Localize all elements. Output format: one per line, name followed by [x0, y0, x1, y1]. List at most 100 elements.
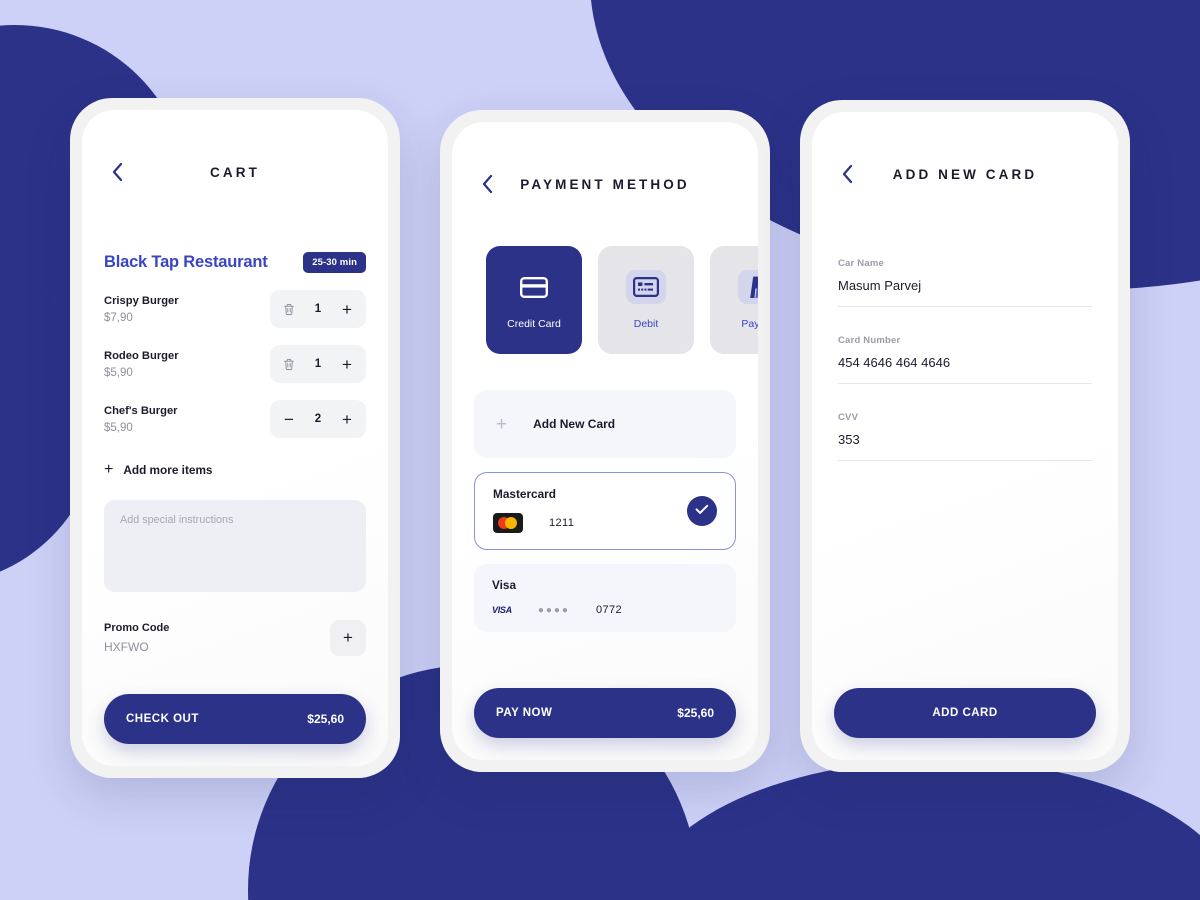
saved-card-mask: ●●●● [537, 604, 570, 616]
phone-add-new-card: ADD NEW CARD Car Name Masum Parvej Card … [800, 100, 1130, 772]
add-card-label: ADD CARD [932, 707, 998, 719]
cart-item-price: $7,90 [104, 311, 133, 324]
field-label: Car Name [838, 258, 884, 269]
page-title: CART [210, 164, 260, 180]
phone-payment-method: PAYMENT METHOD Credit Card Debit Pay + A… [440, 110, 770, 772]
method-paypal[interactable]: PayPal [710, 246, 758, 354]
back-button[interactable] [834, 161, 860, 187]
selected-check-badge [687, 496, 717, 526]
promo-info: Promo Code HXFWO [104, 622, 169, 654]
field-label: Card Number [838, 335, 901, 346]
paypal-icon [738, 270, 758, 304]
restaurant-name[interactable]: Black Tap Restaurant [104, 253, 268, 272]
quantity-stepper[interactable]: − 2 + [270, 400, 366, 438]
trash-icon[interactable] [282, 357, 296, 371]
method-label: PayPal [741, 318, 758, 330]
check-icon [695, 502, 709, 520]
cart-item-price: $5,90 [104, 366, 133, 379]
payment-method-screen: PAYMENT METHOD Credit Card Debit Pay + A… [452, 122, 758, 760]
field-card-name: Car Name Masum Parvej [838, 258, 1092, 307]
cart-item-info: Rodeo Burger $5,90 [104, 350, 179, 379]
eta-badge: 25-30 min [303, 252, 366, 273]
pay-now-label: PAY NOW [496, 707, 553, 719]
checkout-button[interactable]: CHECK OUT $25,60 [104, 694, 366, 744]
credit-card-icon [514, 270, 554, 304]
apply-promo-button[interactable]: + [330, 620, 366, 656]
restaurant-row: Black Tap Restaurant 25-30 min [104, 252, 366, 273]
saved-card-name: Mastercard [493, 487, 556, 501]
saved-card-details: 1211 [493, 513, 717, 533]
checkout-label: CHECK OUT [126, 713, 199, 725]
quantity-value: 2 [314, 413, 322, 425]
cart-item-price: $5,90 [104, 421, 133, 434]
trash-icon[interactable] [282, 302, 296, 316]
cart-item-name: Rodeo Burger [104, 349, 179, 362]
saved-card-mastercard[interactable]: Mastercard 1211 [474, 472, 736, 550]
card-number-input[interactable]: 454 4646 464 4646 [838, 355, 1092, 370]
quantity-stepper[interactable]: 1 + [270, 345, 366, 383]
debit-card-icon [626, 270, 666, 304]
app-mockup-stage: CART Black Tap Restaurant 25-30 min Cris… [0, 0, 1200, 900]
method-label: Debit [633, 318, 659, 330]
background-blob-bottom-right [640, 760, 1200, 900]
add-card-button[interactable]: ADD CARD [834, 688, 1096, 738]
promo-label: Promo Code [104, 622, 170, 634]
cart-item: Rodeo Burger $5,90 1 + [104, 345, 366, 383]
saved-cards-list: + Add New Card Mastercard 1211 Visa VISA… [452, 390, 758, 632]
promo-code-value[interactable]: HXFWO [104, 640, 169, 654]
cvv-input[interactable]: 353 [838, 432, 1092, 447]
add-more-items-label: Add more items [123, 463, 213, 477]
mastercard-logo [493, 513, 523, 533]
field-cvv: CVV 353 [838, 412, 1092, 461]
chevron-left-icon [111, 162, 124, 182]
add-card-form: Car Name Masum Parvej Card Number 454 46… [812, 258, 1118, 461]
method-credit-card[interactable]: Credit Card [486, 246, 582, 354]
chevron-left-icon [841, 164, 854, 184]
cart-screen: CART Black Tap Restaurant 25-30 min Cris… [82, 110, 388, 766]
cart-item: Chef's Burger $5,90 − 2 + [104, 400, 366, 438]
cart-item-info: Chef's Burger $5,90 [104, 405, 178, 434]
method-label: Credit Card [507, 318, 561, 330]
special-instructions-input[interactable]: Add special instructions [104, 500, 366, 592]
plus-icon[interactable]: + [340, 301, 354, 318]
pay-now-button[interactable]: PAY NOW $25,60 [474, 688, 736, 738]
payment-topbar: PAYMENT METHOD [452, 122, 758, 206]
phone-cart: CART Black Tap Restaurant 25-30 min Cris… [70, 98, 400, 778]
add-new-card-button[interactable]: + Add New Card [474, 390, 736, 458]
cart-topbar: CART [82, 110, 388, 194]
cart-body: Black Tap Restaurant 25-30 min Crispy Bu… [82, 252, 388, 656]
method-debit[interactable]: Debit [598, 246, 694, 354]
saved-card-details: VISA ●●●● 0772 [492, 604, 718, 616]
add-more-items-button[interactable]: + Add more items [104, 462, 366, 478]
quantity-value: 1 [314, 303, 322, 315]
checkout-amount: $25,60 [307, 712, 344, 726]
cart-item-info: Crispy Burger $7,90 [104, 295, 179, 324]
visa-logo: VISA [492, 605, 512, 615]
minus-icon[interactable]: − [282, 411, 296, 428]
plus-icon[interactable]: + [340, 411, 354, 428]
quantity-value: 1 [314, 358, 322, 370]
saved-card-visa[interactable]: Visa VISA ●●●● 0772 [474, 564, 736, 632]
back-button[interactable] [104, 159, 130, 185]
plus-icon: + [104, 461, 114, 478]
add-new-card-label: Add New Card [533, 417, 616, 431]
add-new-card-screen: ADD NEW CARD Car Name Masum Parvej Card … [812, 112, 1118, 760]
plus-icon: + [343, 628, 353, 647]
field-label: CVV [838, 412, 859, 423]
pay-now-amount: $25,60 [677, 706, 714, 720]
saved-card-digits: 0772 [595, 604, 623, 616]
field-card-number: Card Number 454 4646 464 4646 [838, 335, 1092, 384]
back-button[interactable] [474, 171, 500, 197]
saved-card-name: Visa [492, 578, 517, 592]
plus-icon[interactable]: + [340, 356, 354, 373]
payment-method-selector: Credit Card Debit Pay [452, 246, 758, 354]
quantity-stepper[interactable]: 1 + [270, 290, 366, 328]
saved-card-digits: 1211 [549, 517, 575, 529]
plus-icon: + [496, 413, 508, 435]
promo-row: Promo Code HXFWO + [104, 620, 366, 656]
cart-item-name: Crispy Burger [104, 294, 179, 307]
page-title: ADD NEW CARD [892, 166, 1038, 182]
card-name-input[interactable]: Masum Parvej [838, 278, 1092, 293]
cart-item: Crispy Burger $7,90 1 + [104, 290, 366, 328]
page-title: PAYMENT METHOD [520, 176, 690, 192]
